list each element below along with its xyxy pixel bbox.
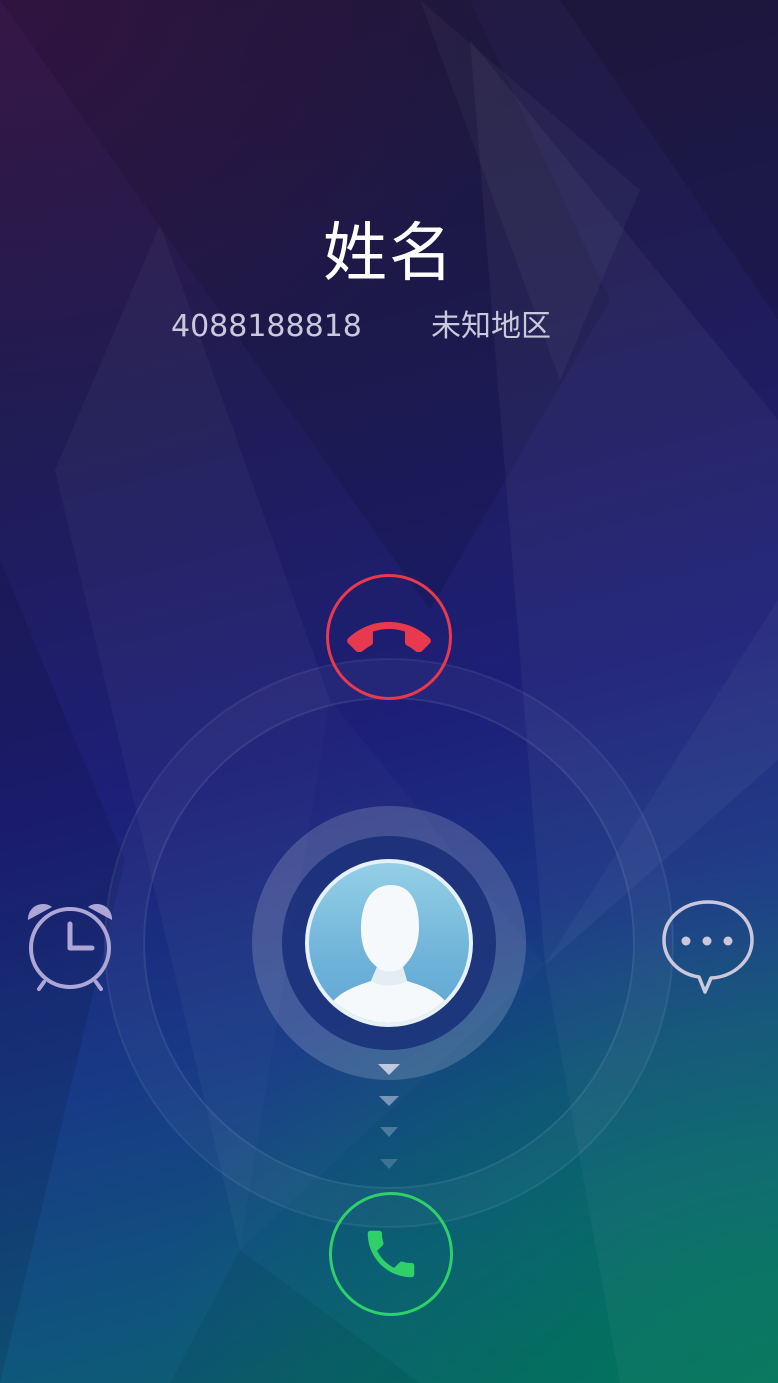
- caller-name: 姓名: [323, 217, 455, 291]
- remind-later-button[interactable]: [22, 898, 118, 994]
- chevron-down-icon: [380, 1159, 398, 1169]
- chevron-down-icon: [380, 1127, 398, 1137]
- phone-icon: [367, 1230, 415, 1278]
- caller-number: 4088188818: [171, 309, 362, 344]
- call-end-icon: [347, 622, 431, 652]
- answer-call-button[interactable]: [329, 1192, 453, 1316]
- chevron-down-icon: [379, 1096, 399, 1106]
- contact-avatar-icon: [323, 885, 455, 1023]
- caller-location: 未知地区: [431, 309, 551, 344]
- slide-down-hint: [378, 1064, 400, 1169]
- slide-handle-avatar[interactable]: [305, 859, 473, 1027]
- reply-message-button[interactable]: [659, 898, 757, 998]
- message-bubble-icon: [662, 900, 754, 994]
- alarm-clock-icon: [27, 903, 113, 991]
- decline-call-button[interactable]: [326, 574, 452, 700]
- chevron-down-icon: [378, 1064, 400, 1075]
